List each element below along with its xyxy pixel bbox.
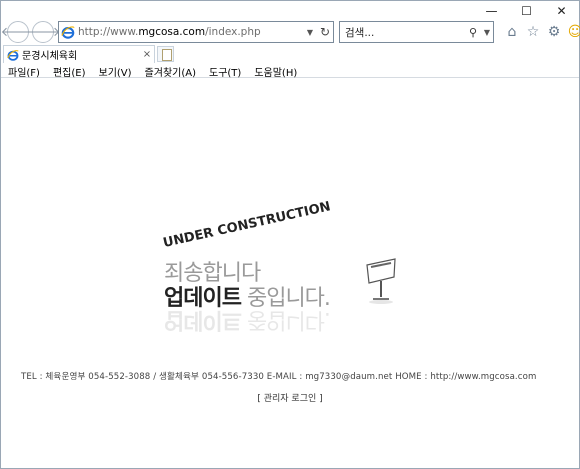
reflection-bold: 업데이트 (164, 307, 241, 332)
reflection-light: 중입니다. (240, 307, 330, 332)
search-box[interactable]: 검색... ⚲ ▼ (339, 21, 494, 43)
minimize-button[interactable]: — (474, 1, 509, 21)
close-tab-icon[interactable]: × (140, 49, 154, 60)
toolbar-icons: ⌂ ☆ ⚙ ☺ (503, 23, 580, 41)
tab-strip: 문경시체육회 × (1, 45, 579, 63)
menu-bar: 파일(F) 편집(E) 보기(V) 즐겨찾기(A) 도구(T) 도움말(H) (1, 63, 579, 79)
ie-logo-icon (7, 49, 19, 61)
home-icon[interactable]: ⌂ (503, 23, 521, 41)
menu-favorites[interactable]: 즐겨찾기(A) (138, 63, 202, 79)
ie-logo-icon (61, 26, 75, 39)
gear-icon[interactable]: ⚙ (545, 23, 563, 41)
construction-sign-icon (366, 258, 396, 304)
close-window-button[interactable]: ✕ (544, 1, 579, 21)
smiley-icon[interactable]: ☺ (566, 23, 580, 41)
maximize-button[interactable]: ☐ (509, 1, 544, 21)
tab-title: 문경시체육회 (22, 51, 78, 62)
menu-help[interactable]: 도움말(H) (247, 63, 303, 79)
menu-view[interactable]: 보기(V) (92, 63, 138, 79)
refresh-icon[interactable]: ↻ (317, 25, 333, 39)
forward-button[interactable]: 🡒 (26, 21, 60, 43)
page-content: UNDER CONSTRUCTION 죄송합니다 업데이트 중입니다. 업데이트… (1, 79, 579, 468)
browser-window: — ☐ ✕ 🡐 🡒 http://www.mgcosa.com/index.ph… (0, 0, 580, 469)
tab-active[interactable]: 문경시체육회 × (3, 45, 155, 63)
new-tab-button[interactable] (157, 46, 174, 62)
menu-tools[interactable]: 도구(T) (202, 63, 247, 79)
navigation-bar: 🡐 🡒 http://www.mgcosa.com/index.php ▼ ↻ … (1, 20, 580, 44)
star-icon[interactable]: ☆ (524, 23, 542, 41)
forward-arrow-icon: 🡒 (25, 25, 61, 40)
search-icon[interactable]: ⚲ (465, 26, 481, 39)
update-message-reflection: 업데이트 중입니다. (164, 306, 330, 338)
address-bar[interactable]: http://www.mgcosa.com/index.php ▼ ↻ (58, 21, 334, 43)
url-text[interactable]: http://www.mgcosa.com/index.php (78, 26, 303, 38)
search-dropdown-icon[interactable]: ▼ (481, 28, 493, 37)
contact-info: TEL : 체육운영부 054-552-3088 / 생활체육부 054-556… (21, 372, 537, 382)
window-caption-buttons: — ☐ ✕ (474, 1, 579, 21)
menu-file[interactable]: 파일(F) (1, 63, 46, 79)
admin-login-link[interactable]: [ 관리자 로그인 ] (1, 391, 579, 404)
search-input[interactable]: 검색... (340, 25, 465, 40)
menu-edit[interactable]: 편집(E) (46, 63, 92, 79)
admin-login-label[interactable]: [ 관리자 로그인 ] (257, 394, 322, 404)
address-dropdown-icon[interactable]: ▼ (303, 28, 317, 37)
under-construction-title: UNDER CONSTRUCTION (161, 199, 333, 251)
